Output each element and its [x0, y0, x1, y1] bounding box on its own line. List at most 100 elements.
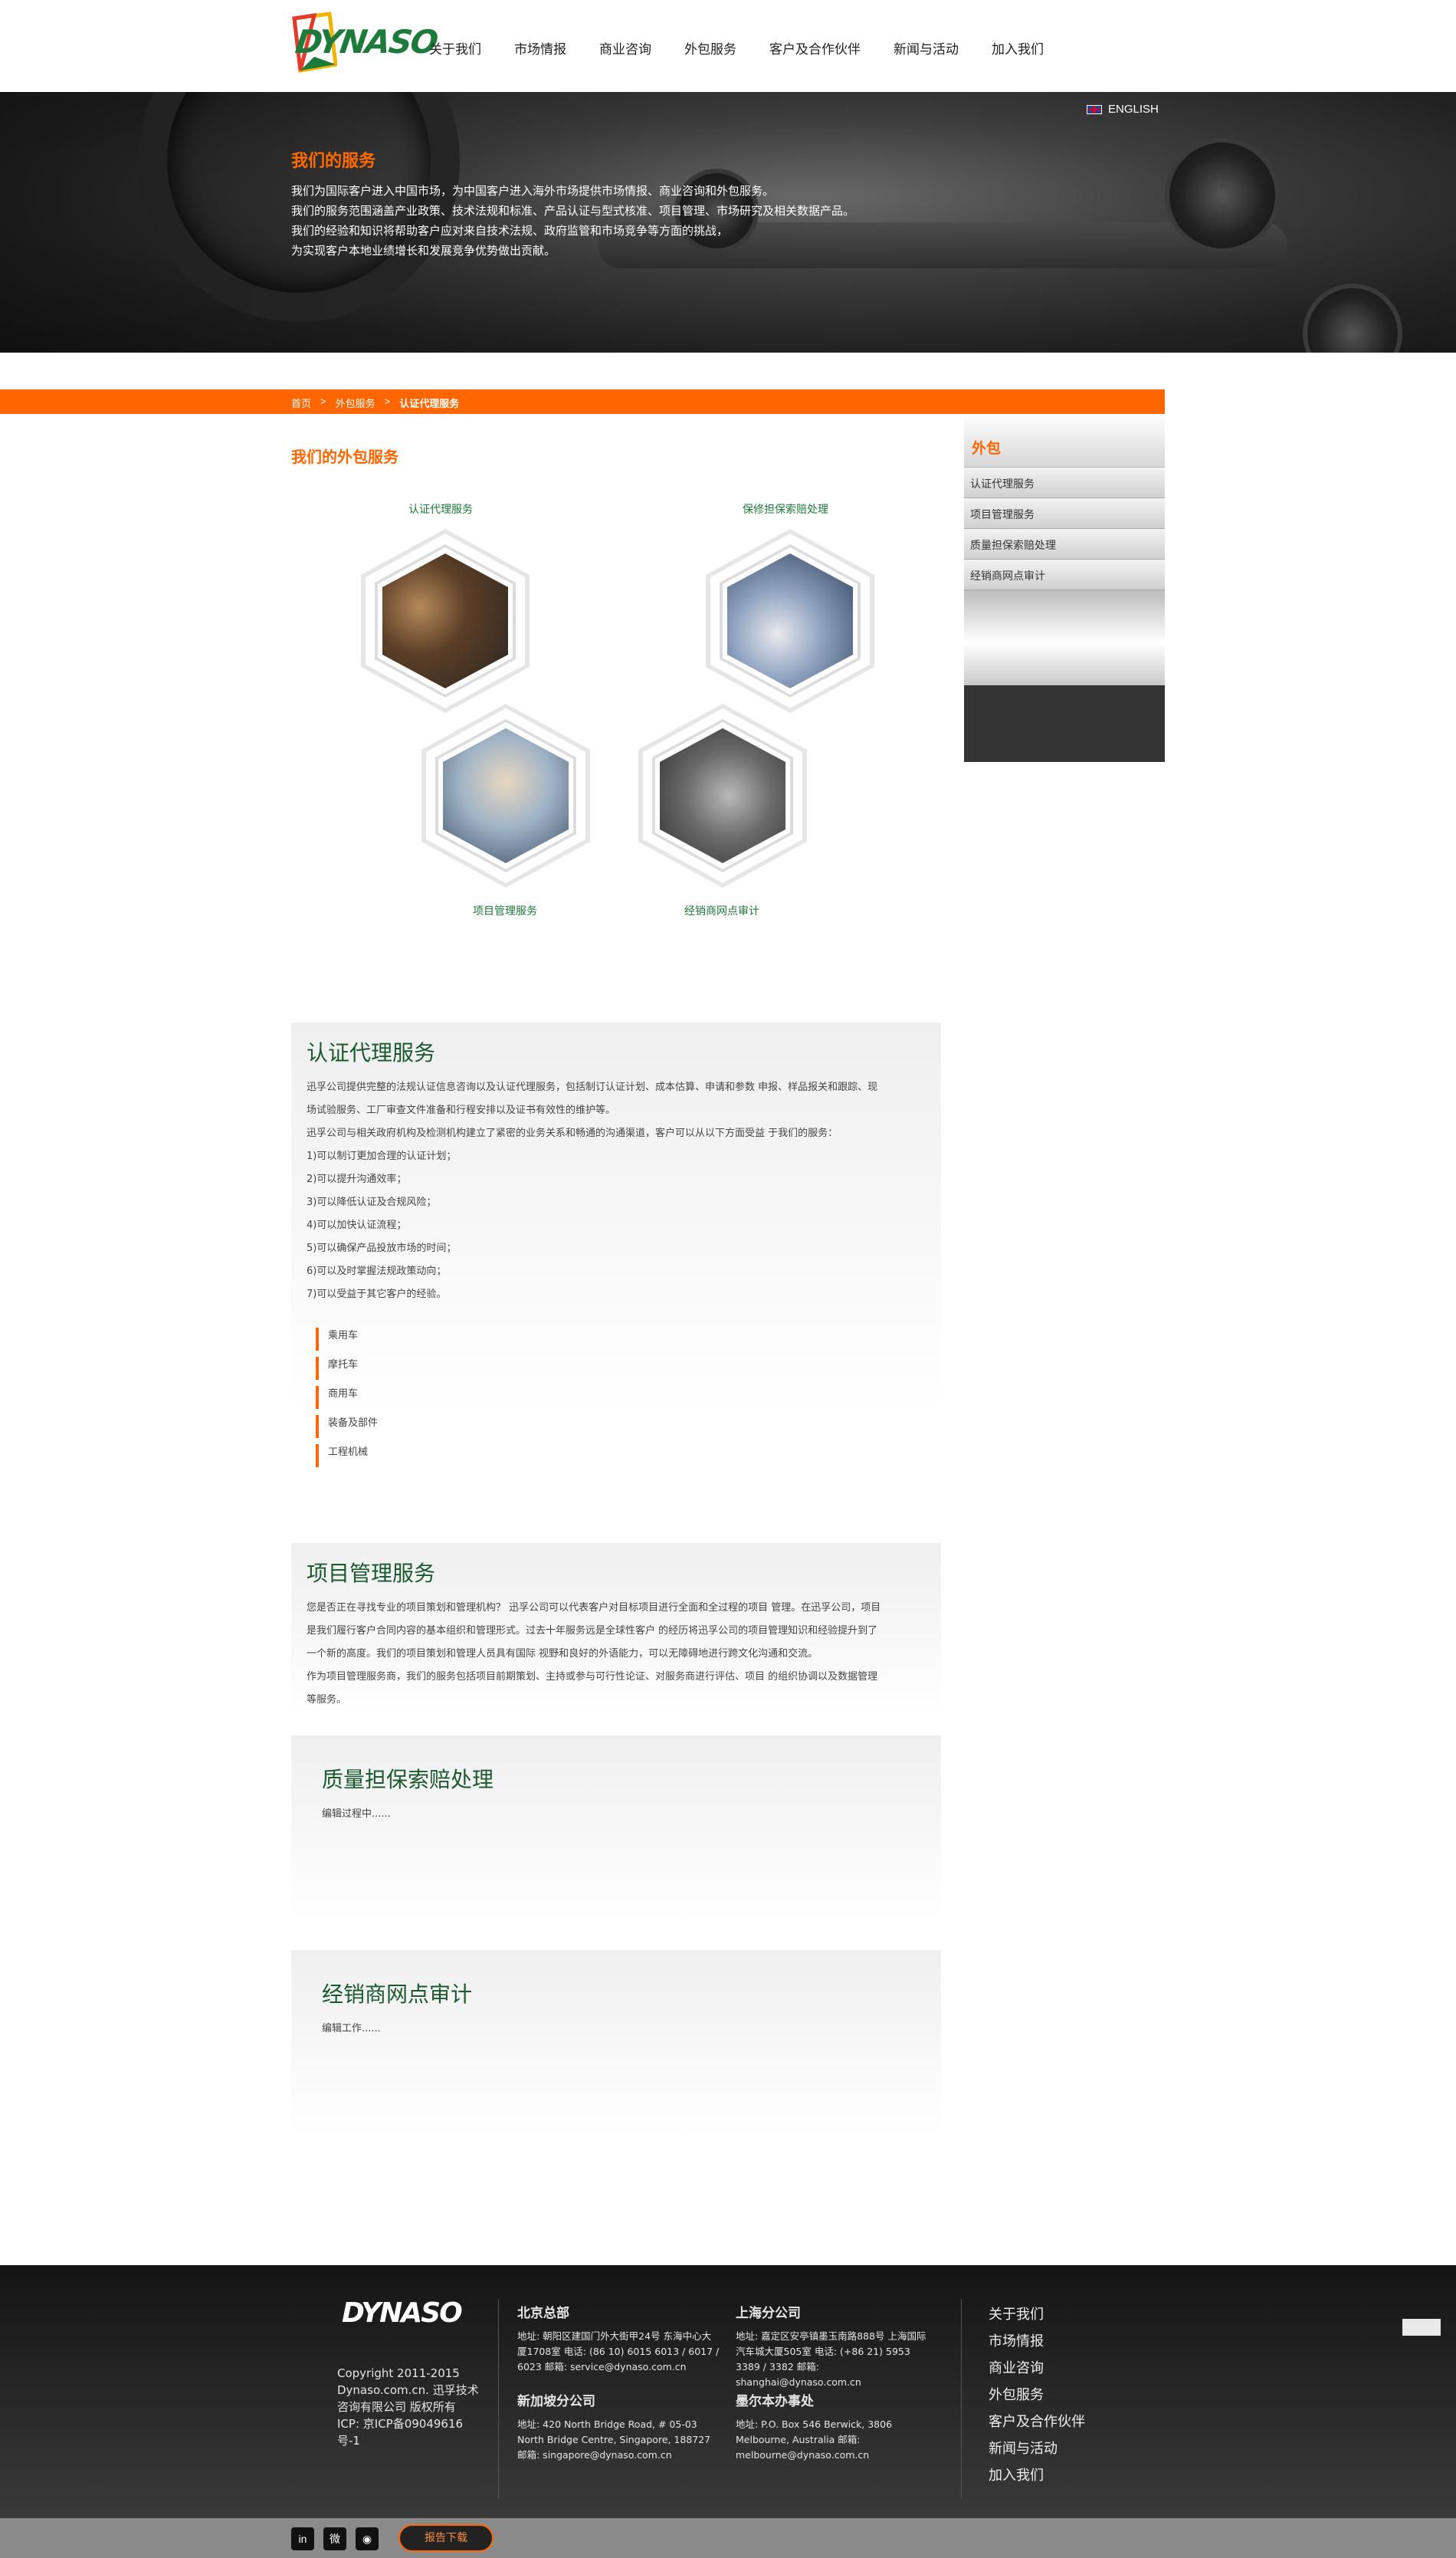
office-detail: 地址: 420 North Bridge Road, # 05-03 North… [517, 2418, 711, 2461]
banner-line: 我们的服务范围涵盖产业政策、技术法规和标准、产品认证与型式核准、项目管理、市场研… [291, 204, 855, 218]
sidebar-item-dealer-audit[interactable]: 经销商网点审计 [964, 560, 1165, 590]
nav-outsourcing[interactable]: 外包服务 [684, 38, 736, 57]
office-detail: 地址: P.O. Box 546 Berwick, 3806 Melbourne… [736, 2418, 893, 2461]
service-hex-warranty[interactable] [706, 529, 874, 713]
panel-dealer-audit: 经销商网点审计 编辑工作...... [291, 1950, 941, 2157]
list-item[interactable]: 摩托车 [316, 1357, 378, 1380]
service-link-warranty[interactable]: 保修担保索赔处理 [743, 501, 828, 517]
panel-title: 项目管理服务 [307, 1561, 436, 1586]
nav-market-intel[interactable]: 市场情报 [514, 38, 566, 57]
service-link-project-mgmt[interactable]: 项目管理服务 [473, 903, 537, 918]
panel-project-mgmt: 项目管理服务 您是否正在寻找专业的项目策划和管理机构？ 迅孚公司可以代表客户对目… [291, 1543, 941, 1735]
nav-join[interactable]: 加入我们 [992, 38, 1044, 57]
language-switch[interactable]: ENGLISH [1087, 103, 1159, 116]
footer-link-market-intel[interactable]: 市场情报 [989, 2330, 1085, 2357]
paragraph: 作为项目管理服务商，我们的服务包括项目前期策划、主持或参与可行性论证、对服务商进… [307, 1671, 878, 1683]
wechat-icon[interactable]: 微 [323, 2527, 346, 2550]
office-singapore: 新加坡分公司 地址: 420 North Bridge Road, # 05-0… [517, 2390, 724, 2463]
footer-logo[interactable]: DYNASO [342, 2297, 463, 2329]
copyright-line: Copyright 2011-2015 [337, 2366, 460, 2380]
site-header: DYNASO 关于我们 市场情报 商业咨询 外包服务 客户及合作伙伴 新闻与活动… [0, 0, 1456, 92]
footer-link-consulting[interactable]: 商业咨询 [989, 2357, 1085, 2384]
sidebar-footer-block [964, 685, 1165, 762]
sidebar-item-certification[interactable]: 认证代理服务 [964, 468, 1165, 498]
footer-link-join[interactable]: 加入我们 [989, 2464, 1085, 2491]
office-name: 北京总部 [517, 2306, 569, 2321]
copyright-line: 号-1 [337, 2434, 360, 2448]
list-item[interactable]: 装备及部件 [316, 1415, 378, 1438]
weibo-icon[interactable]: ◉ [356, 2527, 379, 2550]
panel-body: 迅孚公司提供完整的法规认证信息咨询以及认证代理服务，包括制订认证计划、成本估算、… [307, 1076, 935, 1306]
panel-body: 编辑工作...... [322, 2023, 381, 2034]
sidebar: 外包 认证代理服务 项目管理服务 质量担保索赔处理 经销商网点审计 [964, 414, 1165, 762]
breadcrumb: 首页 > 外包服务 > 认证代理服务 [0, 389, 1165, 414]
banner-line: 我们为国际客户进入中国市场，为中国客户进入海外市场提供市场情报、商业咨询和外包服… [291, 184, 775, 198]
footer-link-outsourcing[interactable]: 外包服务 [989, 2384, 1085, 2411]
uk-flag-icon [1087, 104, 1102, 114]
office-detail: 地址: 朝阳区建国门外大街甲24号 东海中心大 厦1708室 电话: (86 1… [517, 2330, 720, 2372]
service-hex-dealer-audit[interactable] [638, 704, 807, 888]
list-item[interactable]: 工程机械 [316, 1444, 378, 1467]
paragraph: 3)可以降低认证及合规风险； [307, 1197, 437, 1208]
office-shanghai: 上海分公司 地址: 嘉定区安亭镇墨玉南路888号 上海国际 汽车城大厦505室 … [736, 2302, 943, 2390]
panel-warranty: 质量担保索赔处理 编辑过程中...... [291, 1735, 941, 1942]
paragraph: 迅孚公司提供完整的法规认证信息咨询以及认证代理服务，包括制订认证计划、成本估算、… [307, 1082, 878, 1093]
dynaso-logo[interactable]: DYNASO [291, 11, 439, 74]
list-item[interactable]: 乘用车 [316, 1328, 378, 1351]
copyright-line: ICP: 京ICP备09049616 [337, 2417, 464, 2431]
service-hex-project-mgmt[interactable] [421, 704, 590, 888]
paragraph: 5)可以确保产品投放市场的时间； [307, 1243, 457, 1254]
panel-body: 编辑过程中...... [322, 1808, 391, 1820]
banner-line: 我们的经验和知识将帮助客户应对来自技术法规、政府监管和市场竞争等方面的挑战， [291, 224, 729, 238]
site-footer: DYNASO Copyright 2011-2015 Dynaso.com.cn… [0, 2265, 1456, 2518]
paragraph: 一个新的高度。我们的项目策划和管理人员具有国际 视野和良好的外语能力，可以无障碍… [307, 1648, 818, 1660]
breadcrumb-separator: > [320, 396, 326, 407]
footer-divider [961, 2299, 962, 2498]
section-title: 我们的外包服务 [291, 448, 398, 466]
breadcrumb-home[interactable]: 首页 [291, 396, 311, 410]
sidebar-title: 外包 [972, 440, 1002, 457]
back-to-top-button[interactable] [1402, 2319, 1441, 2336]
report-download-button[interactable]: 报告下载 [398, 2524, 494, 2552]
office-name: 墨尔本办事处 [736, 2394, 814, 2409]
banner-line: 为实现客户本地业绩增长和发展竞争优势做出贡献。 [291, 244, 556, 258]
office-beijing: 北京总部 地址: 朝阳区建国门外大街甲24号 东海中心大 厦1708室 电话: … [517, 2302, 724, 2375]
nav-news[interactable]: 新闻与活动 [894, 38, 959, 57]
footer-link-about[interactable]: 关于我们 [989, 2304, 1085, 2330]
paragraph: 1)可以制订更加合理的认证计划； [307, 1151, 457, 1162]
paragraph: 7)可以受益于其它客户的经验。 [307, 1289, 447, 1300]
breadcrumb-separator: > [384, 396, 391, 407]
nav-clients[interactable]: 客户及合作伙伴 [769, 38, 861, 57]
service-hex-certification[interactable] [361, 529, 530, 713]
sidebar-header: 外包 [964, 414, 1165, 468]
english-label: ENGLISH [1108, 103, 1159, 116]
service-link-dealer-audit[interactable]: 经销商网点审计 [684, 903, 759, 918]
sidebar-decoration [964, 590, 1165, 685]
office-name: 上海分公司 [736, 2306, 801, 2321]
copyright: Copyright 2011-2015 Dynaso.com.cn. 迅孚技术 … [337, 2365, 483, 2449]
footer-link-news[interactable]: 新闻与活动 [989, 2438, 1085, 2464]
paragraph: 场试验服务、工厂审查文件准备和行程安排以及证书有效性的维护等。 [307, 1105, 616, 1116]
bottom-bar: in 微 ◉ 报告下载 [0, 2518, 1456, 2558]
office-name: 新加坡分公司 [517, 2394, 595, 2409]
main-nav: 关于我们 市场情报 商业咨询 外包服务 客户及合作伙伴 新闻与活动 加入我们 [429, 38, 1077, 57]
sidebar-item-warranty[interactable]: 质量担保索赔处理 [964, 529, 1165, 560]
nav-about[interactable]: 关于我们 [429, 38, 481, 57]
copyright-line: Dynaso.com.cn. 迅孚技术 [337, 2383, 479, 2397]
list-item[interactable]: 商用车 [316, 1386, 378, 1409]
sidebar-item-project-mgmt[interactable]: 项目管理服务 [964, 498, 1165, 529]
panel-title: 质量担保索赔处理 [322, 1767, 494, 1792]
nav-consulting[interactable]: 商业咨询 [599, 38, 651, 57]
linkedin-icon[interactable]: in [291, 2527, 314, 2550]
footer-link-clients[interactable]: 客户及合作伙伴 [989, 2411, 1085, 2438]
paragraph: 等服务。 [307, 1694, 347, 1706]
office-melbourne: 墨尔本办事处 地址: P.O. Box 546 Berwick, 3806 Me… [736, 2390, 943, 2463]
breadcrumb-parent[interactable]: 外包服务 [336, 396, 375, 410]
footer-divider [498, 2299, 499, 2498]
panel-certification: 认证代理服务 迅孚公司提供完整的法规认证信息咨询以及认证代理服务，包括制订认证计… [291, 1023, 941, 1467]
paragraph: 4)可以加快认证流程； [307, 1220, 407, 1231]
hero-banner: ENGLISH 我们的服务 我们为国际客户进入中国市场，为中国客户进入海外市场提… [0, 92, 1456, 353]
copyright-line: 咨询有限公司 版权所有 [337, 2400, 456, 2414]
paragraph: 您是否正在寻找专业的项目策划和管理机构？ 迅孚公司可以代表客户对目标项目进行全面… [307, 1602, 881, 1614]
service-link-certification[interactable]: 认证代理服务 [408, 501, 473, 517]
